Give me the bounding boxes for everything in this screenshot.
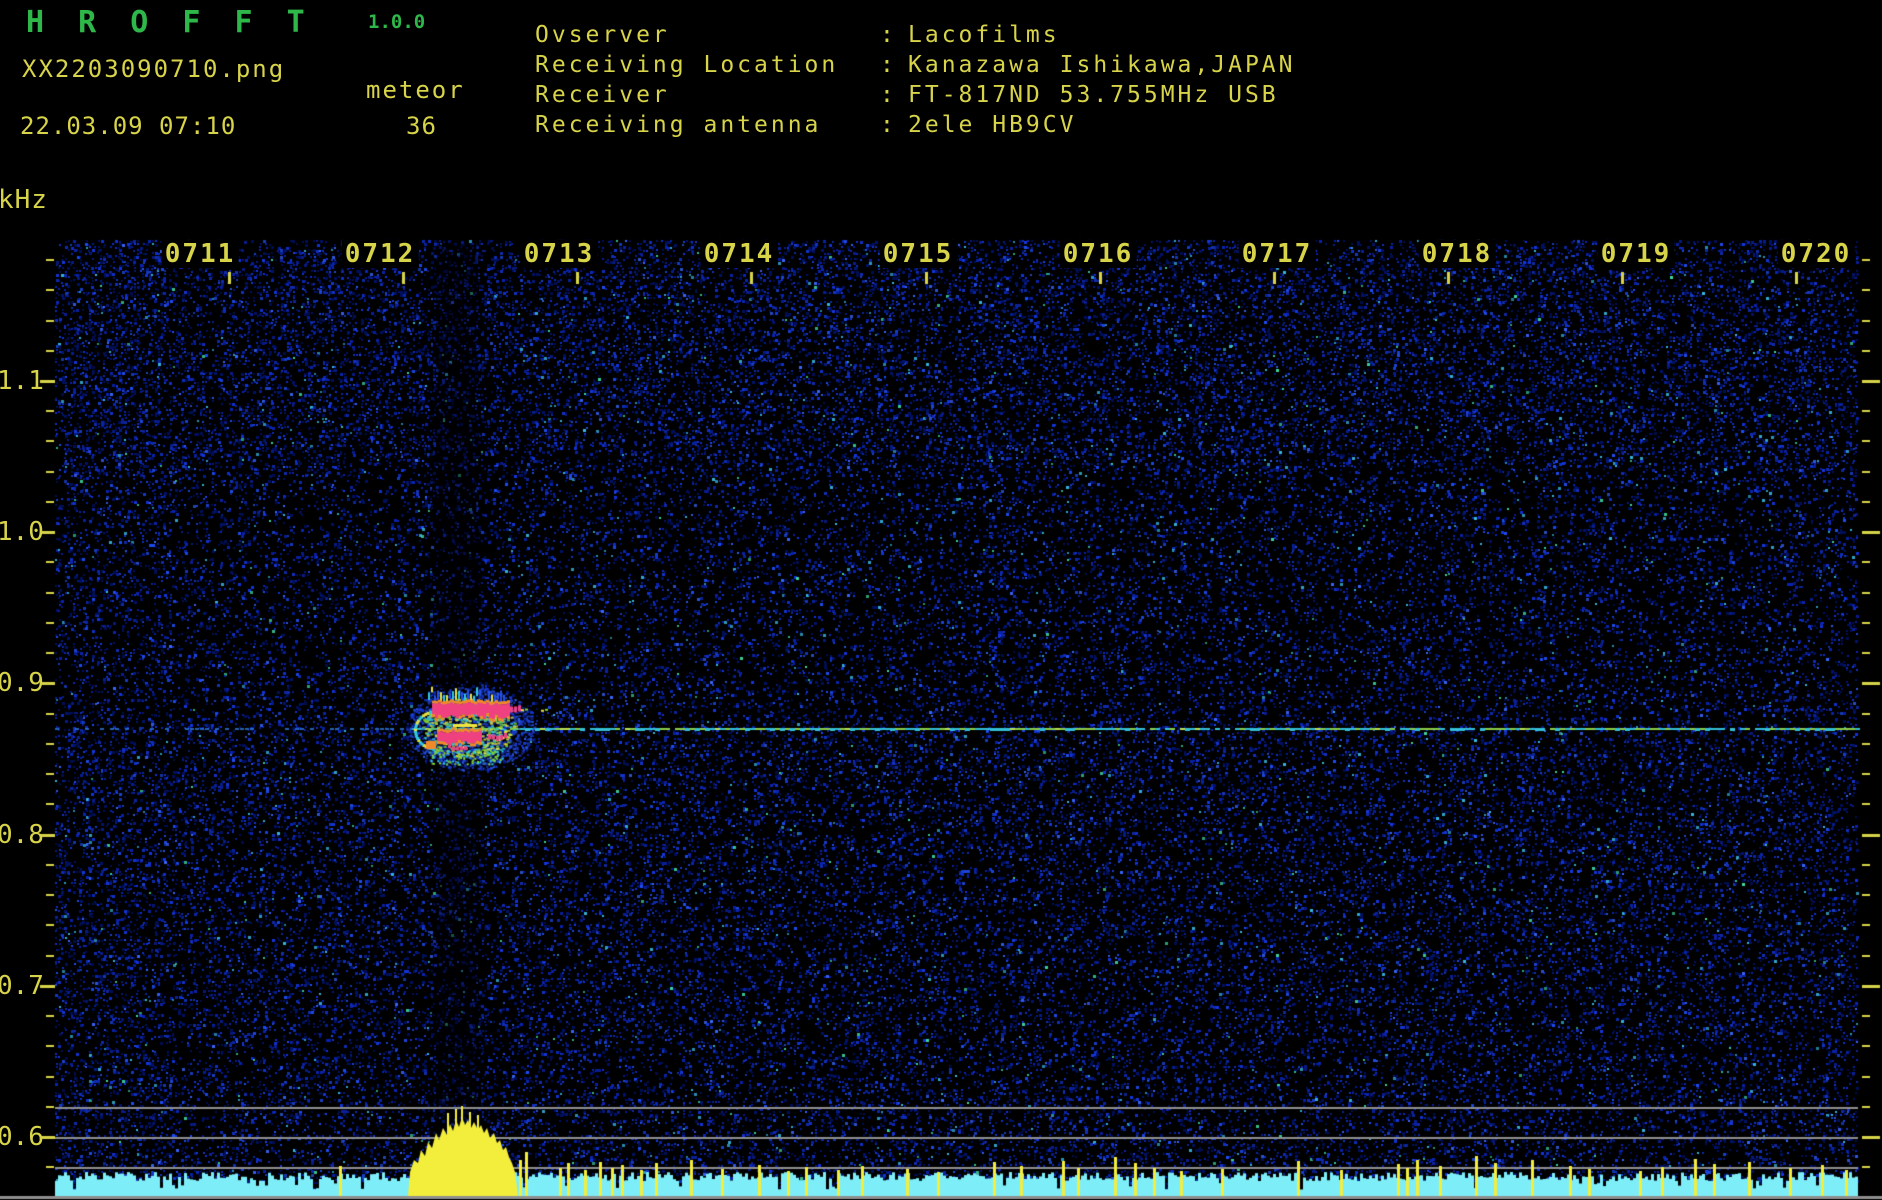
y-axis-label-1-1: 1.1 [0, 366, 44, 396]
x-axis-label-0718: 0718 [1418, 240, 1496, 268]
output-filename: XX2203090710.png [22, 55, 286, 83]
info-colon: : [880, 112, 897, 138]
info-colon: : [880, 22, 897, 48]
info-label: Receiving antenna [535, 112, 822, 138]
info-label: Ovserver [535, 22, 670, 48]
x-axis-label-0715: 0715 [879, 240, 957, 268]
y-axis-label-0-6: 0.6 [0, 1122, 44, 1152]
x-axis-label-0712: 0712 [341, 240, 419, 268]
info-row-observer: Ovserver : Lacofilms [535, 20, 1296, 50]
mode-label: meteor [366, 76, 465, 104]
x-axis-label-0713: 0713 [520, 240, 598, 268]
info-colon: : [880, 82, 897, 108]
y-axis-label-0-7: 0.7 [0, 971, 44, 1001]
info-value: FT-817ND 53.755MHz USB [908, 82, 1279, 108]
info-value: Lacofilms [908, 22, 1060, 48]
info-value: Kanazawa Ishikawa,JAPAN [908, 52, 1296, 78]
x-axis-label-0720: 0720 [1777, 240, 1855, 268]
info-colon: : [880, 52, 897, 78]
x-axis-label-0719: 0719 [1597, 240, 1675, 268]
info-value: 2ele HB9CV [908, 112, 1077, 138]
hrofft-screen: H R O F F T 1.0.0 XX2203090710.png meteo… [0, 0, 1882, 1200]
app-version: 1.0.0 [368, 11, 426, 33]
x-axis-label-0714: 0714 [700, 240, 778, 268]
datetime-label: 22.03.09 07:10 [20, 112, 237, 140]
y-axis-unit: kHz [0, 185, 48, 215]
x-axis-label-0716: 0716 [1059, 240, 1137, 268]
y-axis-label-0-8: 0.8 [0, 820, 44, 850]
y-axis-label-0-9: 0.9 [0, 668, 44, 698]
x-axis-label-0717: 0717 [1238, 240, 1316, 268]
spectrogram-canvas [0, 0, 1882, 1200]
x-axis-label-0711: 0711 [161, 240, 239, 268]
echo-count: 36 [406, 112, 437, 140]
app-title: H R O F F T [26, 5, 313, 40]
y-axis-label-1-0: 1.0 [0, 517, 44, 547]
info-label: Receiving Location [535, 52, 839, 78]
info-row-location: Receiving Location : Kanazawa Ishikawa,J… [535, 50, 1296, 80]
info-row-receiver: Receiver : FT-817ND 53.755MHz USB [535, 80, 1296, 110]
station-info: Ovserver : Lacofilms Receiving Location … [535, 20, 1296, 140]
info-label: Receiver [535, 82, 670, 108]
info-row-antenna: Receiving antenna : 2ele HB9CV [535, 110, 1296, 140]
